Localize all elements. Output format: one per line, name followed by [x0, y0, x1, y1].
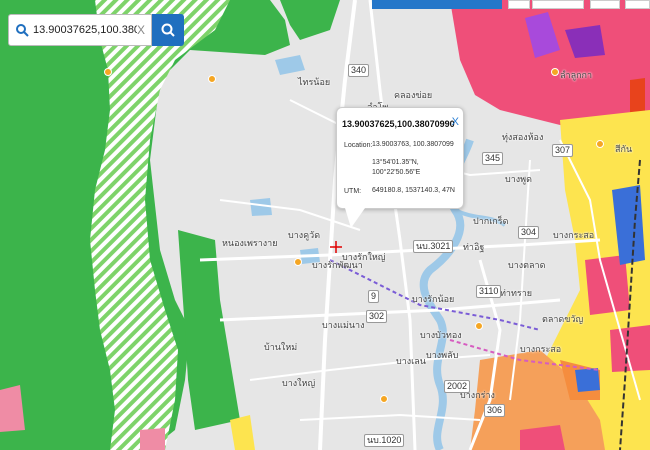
zone-institutional-blue-2 — [575, 368, 600, 392]
route-shield: 3110 — [476, 285, 502, 298]
clear-search-button[interactable]: X — [137, 23, 145, 37]
utm-label: UTM: — [344, 188, 362, 195]
route-shield: 306 — [484, 404, 506, 417]
poi-marker[interactable] — [294, 258, 302, 266]
top-toolbar-button[interactable] — [372, 0, 502, 9]
route-shield: นบ.1020 — [364, 434, 405, 447]
location-dms-lon: 100°22'50.56"E — [372, 169, 421, 176]
top-toolbar-control[interactable] — [508, 0, 530, 9]
poi-marker[interactable] — [104, 68, 112, 76]
poi-marker[interactable] — [208, 75, 216, 83]
search-button[interactable] — [152, 14, 184, 46]
route-shield: 302 — [366, 310, 388, 323]
location-decimal-value: 13.9003763, 100.3807099 — [372, 141, 454, 148]
route-shield: 304 — [518, 226, 540, 239]
route-shield: 307 — [552, 144, 574, 157]
poi-marker[interactable] — [596, 140, 604, 148]
top-toolbar-control[interactable] — [625, 0, 650, 9]
route-shield: นบ.3021 — [413, 240, 454, 253]
search-icon — [16, 24, 29, 37]
top-toolbar-control[interactable] — [532, 0, 584, 9]
location-label: Location: — [344, 142, 373, 149]
route-shield: 2002 — [444, 380, 471, 393]
coordinate-search-box: X — [8, 14, 152, 46]
poi-marker[interactable] — [475, 322, 483, 330]
zone-commercial-west-2 — [140, 428, 165, 450]
utm-value: 649180.8, 1537140.3, 47N — [372, 187, 455, 194]
popup-title: 13.90037625,100.38070990 — [342, 119, 455, 129]
search-icon — [161, 23, 175, 37]
top-toolbar-control[interactable] — [590, 0, 620, 9]
coordinate-search-input[interactable] — [33, 24, 137, 36]
route-shield: 345 — [482, 152, 504, 165]
route-shield: 340 — [348, 64, 370, 77]
poi-marker[interactable] — [380, 395, 388, 403]
location-dms-lat: 13°54'01.35"N, — [372, 159, 419, 166]
close-popup-button[interactable]: X — [452, 116, 459, 128]
poi-marker[interactable] — [551, 68, 559, 76]
route-shield: 9 — [368, 290, 380, 303]
coordinate-info-popup: 13.90037625,100.38070990 X Location: 13.… — [336, 107, 464, 228]
land-use-map[interactable]: ไทรน้อย ลำโพ คลองข่อย บางรักพัฒนา บางคูว… — [0, 0, 650, 450]
